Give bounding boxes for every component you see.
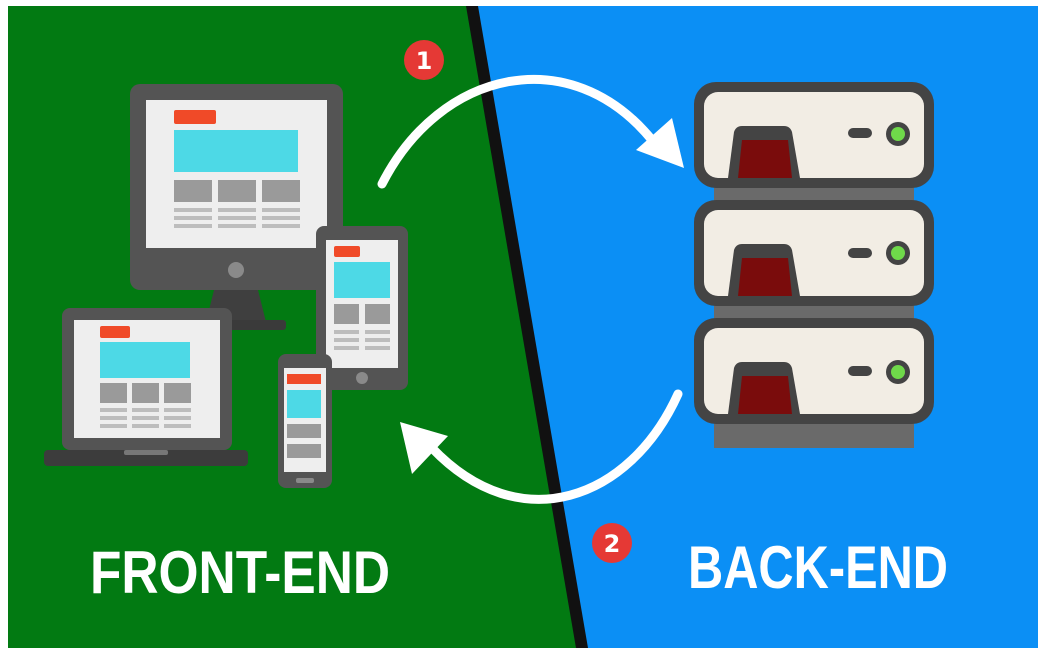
server-rack-icon <box>694 82 934 448</box>
phone-icon <box>278 354 332 488</box>
frontend-backend-diagram: 1 2 FRONT-END BACK-END <box>8 6 1038 648</box>
step-badge-1: 1 <box>404 40 444 80</box>
frontend-label: FRONT-END <box>90 539 390 606</box>
step-badge-1-text: 1 <box>416 47 433 75</box>
server-unit <box>694 318 934 448</box>
laptop-icon <box>44 308 248 466</box>
server-unit <box>694 82 934 210</box>
diagram-canvas: 1 2 FRONT-END BACK-END <box>0 0 1043 655</box>
step-badge-2-text: 2 <box>604 530 621 558</box>
backend-label: BACK-END <box>688 534 948 601</box>
server-unit <box>694 200 934 328</box>
step-badge-2: 2 <box>592 523 632 563</box>
